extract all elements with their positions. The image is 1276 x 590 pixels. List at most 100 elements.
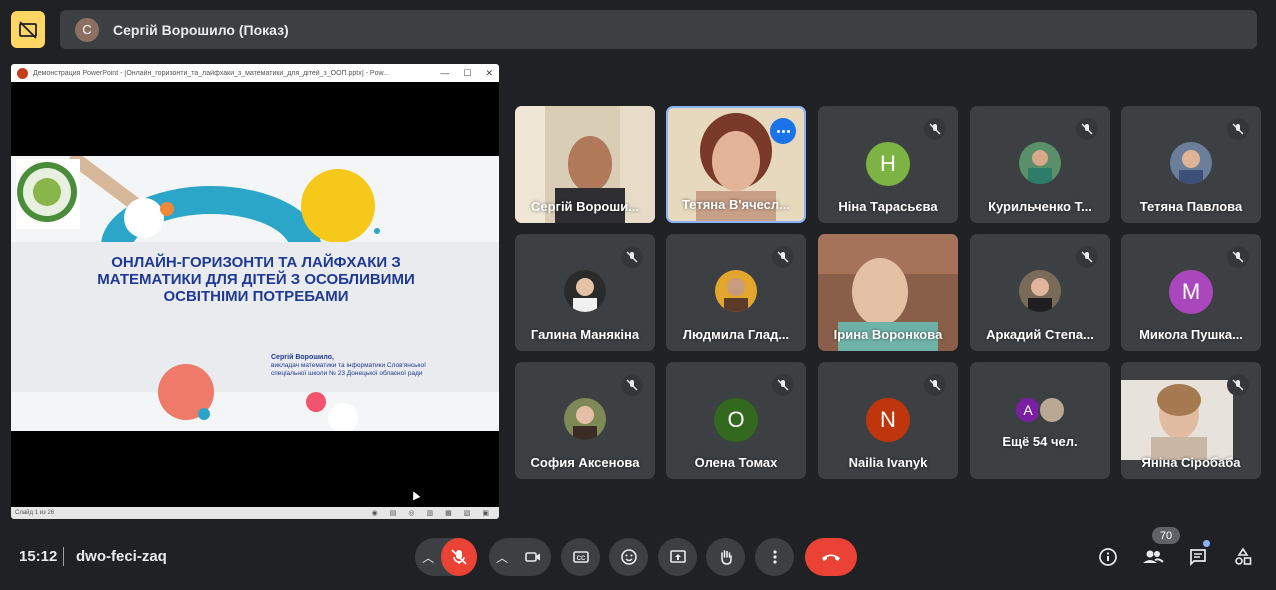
emoji-icon bbox=[620, 549, 637, 565]
avatar bbox=[564, 270, 606, 312]
mic-off-icon bbox=[621, 246, 643, 268]
chat-icon bbox=[1190, 549, 1206, 567]
avatar: Н bbox=[866, 142, 910, 186]
participant-tile[interactable]: Ірина Воронкова bbox=[818, 234, 958, 351]
mic-off-icon bbox=[1227, 246, 1249, 268]
svg-text:CC: CC bbox=[576, 556, 585, 562]
slide-counter: Слайд 1 из 26 bbox=[15, 510, 55, 516]
participant-tile[interactable]: Людмила Глад... bbox=[666, 234, 806, 351]
ppt-titlebar: Демонстрация PowerPoint - [Онлайн_горизо… bbox=[11, 64, 499, 82]
more-participants-tile[interactable]: A Ещё 54 чел. bbox=[970, 362, 1110, 479]
author-line-2: спеціальної школи № 23 Донецької обласно… bbox=[271, 370, 423, 377]
presentation-screen: Демонстрация PowerPoint - [Онлайн_горизо… bbox=[11, 64, 499, 519]
meeting-details-button[interactable] bbox=[1094, 543, 1122, 571]
participant-tile[interactable]: София Аксенова bbox=[515, 362, 655, 479]
closed-captions-icon: CC bbox=[572, 551, 589, 563]
present-button[interactable] bbox=[658, 538, 697, 576]
participant-tile[interactable]: Н Ніна Тарасьєва bbox=[818, 106, 958, 223]
slide-title: ОНЛАЙН-ГОРИЗОНТИ ТА ЛАЙФХАКИ З МАТЕМАТИК… bbox=[97, 254, 415, 305]
participants-count-badge: 70 bbox=[1152, 527, 1180, 544]
chevron-up-icon[interactable]: ︿ bbox=[489, 549, 515, 566]
presenter-name: Сергій Ворошило (Показ) bbox=[113, 21, 289, 38]
participant-tile[interactable]: О Олена Томах bbox=[666, 362, 806, 479]
avatar bbox=[715, 270, 757, 312]
presenter-avatar: С bbox=[75, 17, 99, 42]
reading-icon: ▧ bbox=[463, 510, 471, 517]
slide: ОНЛАЙН-ГОРИЗОНТИ ТА ЛАЙФХАКИ З МАТЕМАТИК… bbox=[11, 156, 499, 431]
more-vert-icon bbox=[772, 550, 777, 564]
participant-tile[interactable]: Аркадий Степа... bbox=[970, 234, 1110, 351]
avatar: О bbox=[714, 398, 758, 442]
info-icon bbox=[1099, 548, 1117, 566]
participants-button[interactable] bbox=[1139, 543, 1167, 571]
slideshow-icon: ▣ bbox=[482, 510, 489, 517]
present-off-icon bbox=[19, 20, 37, 39]
avatar bbox=[1038, 396, 1066, 424]
reactions-button[interactable] bbox=[609, 538, 648, 576]
author-line-1: викладач математики та інформатики Слов'… bbox=[271, 362, 426, 369]
maximize-icon: ☐ bbox=[463, 67, 472, 78]
powerpoint-icon bbox=[17, 67, 28, 79]
mic-off-icon bbox=[1227, 118, 1249, 140]
participant-name: Галина Манякіна bbox=[530, 327, 640, 342]
chat-button[interactable] bbox=[1184, 543, 1212, 571]
participant-name: Ірина Воронкова bbox=[833, 327, 943, 342]
avatar bbox=[1019, 142, 1061, 184]
participant-tile[interactable]: Галина Манякіна bbox=[515, 234, 655, 351]
participant-tile[interactable]: Тетяна Павлова bbox=[1121, 106, 1261, 223]
avatar bbox=[1170, 142, 1212, 184]
mic-toggle-button[interactable] bbox=[441, 538, 477, 576]
participant-name: Яніна Сіробаба bbox=[1141, 455, 1241, 470]
more-options-button[interactable] bbox=[770, 118, 796, 144]
ppt-status-icons: ◉ ▤ ◎ ▥ ▦ ▧ ▣ bbox=[372, 509, 499, 517]
window-controls: — ☐ ✕ bbox=[440, 68, 493, 79]
sorter-icon: ▦ bbox=[445, 510, 452, 517]
participant-name: Аркадий Степа... bbox=[986, 327, 1094, 342]
avatar: М bbox=[1169, 270, 1213, 314]
people-icon bbox=[1143, 550, 1164, 563]
participant-name: Тетяна Павлова bbox=[1139, 199, 1243, 214]
avatar: N bbox=[866, 398, 910, 442]
minimize-icon: — bbox=[440, 67, 450, 78]
participant-name: Сергій Вороши... bbox=[530, 199, 640, 214]
divider bbox=[63, 547, 64, 566]
avatar bbox=[1019, 270, 1061, 312]
pen-icon: ◉ bbox=[371, 510, 378, 517]
mic-off-icon bbox=[772, 246, 794, 268]
camera-icon bbox=[525, 552, 541, 562]
end-call-button[interactable] bbox=[805, 538, 857, 576]
clock: 15:12 bbox=[19, 548, 58, 565]
play-icon: ◎ bbox=[408, 510, 415, 517]
mic-off-icon bbox=[924, 118, 946, 140]
camera-toggle-button[interactable] bbox=[515, 538, 551, 576]
mic-off-icon bbox=[772, 374, 794, 396]
mic-off-icon bbox=[1076, 118, 1098, 140]
raise-hand-button[interactable] bbox=[706, 538, 745, 576]
participant-tile[interactable]: Яніна Сіробаба bbox=[1121, 362, 1261, 479]
more-options-button[interactable] bbox=[755, 538, 794, 576]
participant-name: Олена Томах bbox=[694, 455, 778, 470]
camera-control-group: ︿ bbox=[489, 538, 551, 576]
participant-name: Курильченко Т... bbox=[988, 199, 1092, 214]
participant-tile[interactable]: М Микола Пушка... bbox=[1121, 234, 1261, 351]
avatar bbox=[564, 398, 606, 440]
mic-off-icon bbox=[1227, 374, 1249, 396]
participant-tile[interactable]: Курильченко Т... bbox=[970, 106, 1110, 223]
mic-off-icon bbox=[621, 374, 643, 396]
more-participants-label: Ещё 54 чел. bbox=[1002, 434, 1078, 449]
participant-name: София Аксенова bbox=[530, 455, 640, 470]
participant-name: Тетяна В'ячесл... bbox=[682, 197, 790, 212]
stop-presenting-button[interactable] bbox=[11, 11, 45, 48]
activities-button[interactable] bbox=[1229, 543, 1257, 571]
captions-button[interactable]: CC bbox=[561, 538, 600, 576]
chevron-up-icon[interactable]: ︿ bbox=[415, 549, 441, 566]
participant-tile[interactable]: Тетяна В'ячесл... bbox=[666, 106, 806, 223]
participant-name: Микола Пушка... bbox=[1139, 327, 1243, 342]
close-icon: ✕ bbox=[485, 67, 493, 78]
slides-icon: ▤ bbox=[389, 510, 397, 517]
hand-icon bbox=[720, 550, 732, 565]
slide-author: Сергій Ворошило, викладач математики та … bbox=[271, 354, 426, 378]
present-screen-icon bbox=[669, 550, 686, 563]
participant-tile[interactable]: Сергій Вороши... bbox=[515, 106, 655, 223]
participant-tile[interactable]: N Nailia Ivanyk bbox=[818, 362, 958, 479]
